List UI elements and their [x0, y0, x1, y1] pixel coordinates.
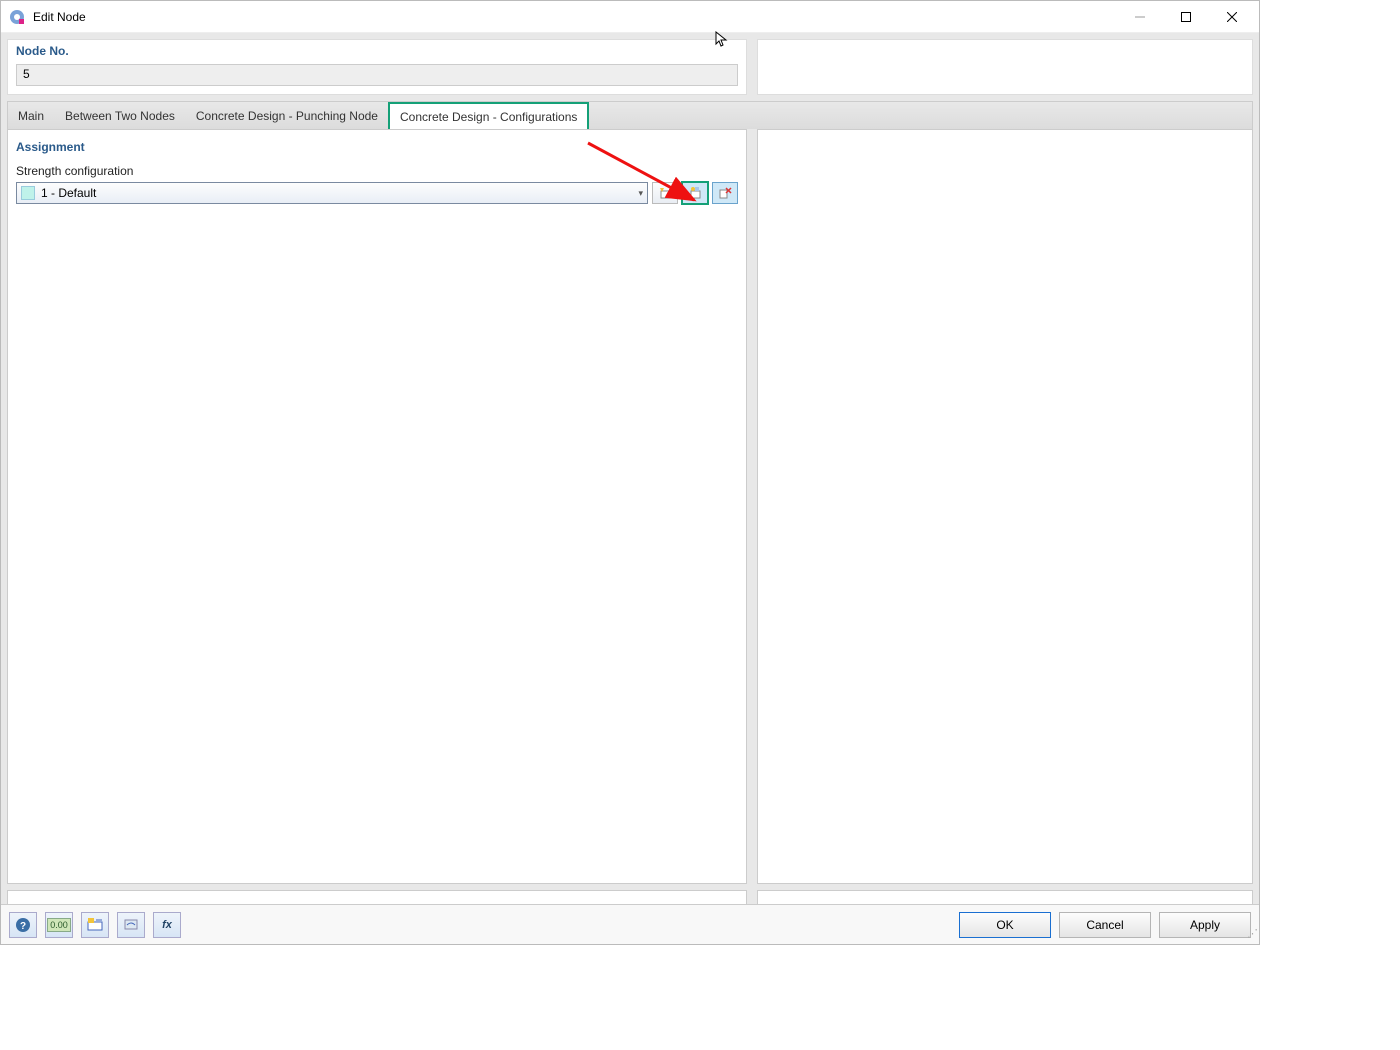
right-pane	[757, 129, 1253, 884]
title-bar: Edit Node	[1, 1, 1259, 33]
section-title-assignment: Assignment	[16, 140, 738, 154]
node-number-label: Node No.	[16, 44, 738, 58]
tab-concrete-design-punching-node[interactable]: Concrete Design - Punching Node	[186, 102, 389, 129]
strength-config-label: Strength configuration	[16, 164, 738, 178]
strength-config-value: 1 - Default	[41, 186, 96, 200]
window-title: Edit Node	[33, 10, 1117, 24]
view-button[interactable]	[117, 912, 145, 938]
strength-config-dropdown[interactable]: 1 - Default ▾	[16, 182, 648, 204]
cancel-button[interactable]: Cancel	[1059, 912, 1151, 938]
edit-config-button[interactable]	[682, 182, 708, 204]
chevron-down-icon: ▾	[638, 188, 643, 199]
maximize-button[interactable]	[1163, 2, 1209, 32]
function-button[interactable]: fx	[153, 912, 181, 938]
tab-main[interactable]: Main	[8, 102, 55, 129]
close-button[interactable]	[1209, 2, 1255, 32]
tab-between-two-nodes[interactable]: Between Two Nodes	[55, 102, 186, 129]
delete-config-button[interactable]	[712, 182, 738, 204]
minimize-button[interactable]	[1117, 2, 1163, 32]
node-number-value[interactable]: 5	[16, 64, 738, 86]
tab-concrete-design-configurations[interactable]: Concrete Design - Configurations	[389, 103, 588, 130]
footer: ? 0.00 fx OK Cancel Apply	[1, 904, 1259, 944]
config-color-swatch	[21, 186, 35, 200]
tabs-row: Main Between Two Nodes Concrete Design -…	[7, 101, 1253, 129]
left-pane: Assignment Strength configuration 1 - De…	[7, 129, 747, 884]
node-number-box: Node No. 5	[7, 39, 747, 95]
new-config-button[interactable]	[652, 182, 678, 204]
apply-button[interactable]: Apply	[1159, 912, 1251, 938]
app-icon	[9, 9, 25, 25]
display-mode-button[interactable]	[81, 912, 109, 938]
svg-text:?: ?	[20, 921, 26, 932]
content-area: Node No. 5 Main Between Two Nodes Concre…	[1, 33, 1259, 904]
units-button[interactable]: 0.00	[45, 912, 73, 938]
help-button[interactable]: ?	[9, 912, 37, 938]
preview-box-top	[757, 39, 1253, 95]
ok-button[interactable]: OK	[959, 912, 1051, 938]
resize-grip[interactable]: ⋰	[1247, 932, 1257, 942]
